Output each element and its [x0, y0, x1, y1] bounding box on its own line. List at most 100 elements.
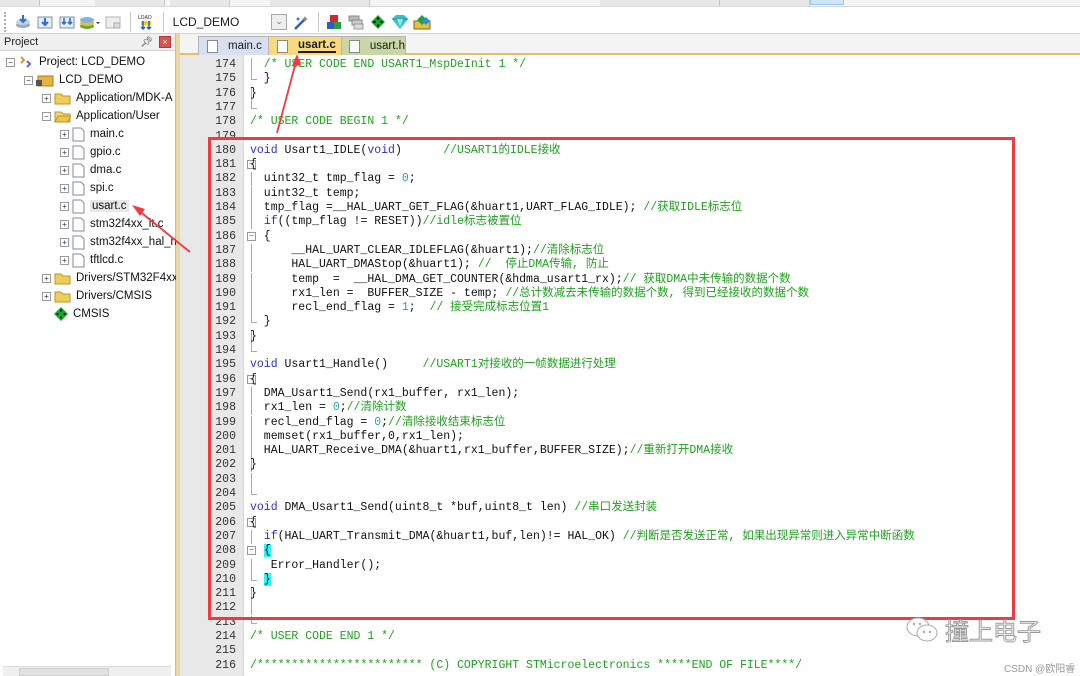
close-panel-button[interactable]: × [159, 36, 171, 48]
pin-icon[interactable]: 📌︎ [140, 37, 153, 48]
tree-item-cmsis[interactable]: CMSIS [0, 305, 175, 323]
code-line[interactable]: 189 temp = __HAL_DMA_GET_COUNTER(&hdma_u… [180, 272, 1080, 287]
code-token: { [250, 372, 257, 386]
tree-item-stm32f4xx-it-c[interactable]: + stm32f4xx_it.c [0, 215, 175, 233]
tree-item-project-lcd-demo[interactable]: − Project: LCD_DEMO [0, 53, 175, 71]
code-line[interactable]: 194 [180, 344, 1080, 358]
tab-main-c[interactable]: main.c [198, 36, 274, 55]
code-line[interactable]: 203 [180, 472, 1080, 487]
collapse-icon[interactable]: − [42, 111, 51, 121]
code-token: uint32_t tmp_flag = [250, 172, 402, 186]
code-line[interactable]: 197 DMA_Usart1_Send(rx1_buffer, rx1_len)… [180, 386, 1080, 401]
tree-item-lcd-demo[interactable]: − LCD_DEMO [0, 71, 175, 89]
expand-icon[interactable]: + [42, 273, 51, 283]
tree-item-usart-c[interactable]: + usart.c [0, 197, 175, 215]
tree-item-main-c[interactable]: + main.c [0, 125, 175, 143]
collapse-icon[interactable]: − [6, 57, 15, 67]
code-line[interactable]: 202} [180, 458, 1080, 473]
code-line[interactable]: 176} [180, 86, 1080, 101]
code-line[interactable]: 205 void DMA_Usart1_Send(uint8_t *buf,uin… [180, 501, 1080, 515]
expand-icon[interactable]: + [60, 183, 69, 193]
active-toolbar-button[interactable] [810, 0, 844, 5]
rebuild-icon[interactable] [57, 11, 77, 33]
pack-installer-icon[interactable] [390, 11, 410, 33]
tree-item-application-mdk-a[interactable]: + Application/MDK-A [0, 89, 175, 107]
code-line[interactable]: 188 HAL_UART_DMAStop(&huart1); // 停止DMA传… [180, 258, 1080, 273]
code-line[interactable]: 216 /************************ (C) COPYRIG… [180, 659, 1080, 673]
code-line[interactable]: 184 tmp_flag =__HAL_UART_GET_FLAG(&huart… [180, 201, 1080, 215]
code-line[interactable]: 200 memset(rx1_buffer,0,rx1_len); [180, 429, 1080, 444]
options-wand-icon[interactable] [291, 11, 311, 33]
code-text: /* USER CODE END 1 */ [250, 630, 395, 644]
tree-item-stm32f4xx-hal-n[interactable]: + stm32f4xx_hal_n [0, 233, 177, 251]
scrollbar-thumb[interactable] [19, 668, 109, 676]
code-line[interactable]: 174 /* USER CODE END USART1_MspDeInit 1 … [180, 58, 1080, 72]
code-line[interactable]: 195 void Usart1_Handle() //USART1对接收的一帧数据… [180, 358, 1080, 372]
select-software-packs-icon[interactable] [368, 11, 388, 33]
code-line[interactable]: 183 uint32_t temp; [180, 186, 1080, 201]
code-line[interactable]: 181−{ [180, 158, 1080, 172]
expand-icon[interactable]: + [42, 291, 51, 301]
translate-icon[interactable] [13, 11, 33, 33]
code-line[interactable]: 204 [180, 487, 1080, 501]
code-line[interactable]: 201 HAL_UART_Receive_DMA(&huart1,rx1_buf… [180, 444, 1080, 459]
code-line[interactable]: 179 [180, 130, 1080, 144]
project-panel-horizontal-scrollbar[interactable] [3, 666, 171, 676]
tab-usart-h[interactable]: usart.h [340, 36, 406, 55]
manage-components-icon[interactable] [324, 11, 344, 33]
code-line[interactable]: 182 uint32_t tmp_flag = 0; [180, 172, 1080, 187]
code-text: uint32_t temp; [250, 187, 361, 201]
tree-item-dma-c[interactable]: + dma.c [0, 161, 175, 179]
load-download-icon[interactable]: LOAD [136, 11, 156, 33]
tree-item-tftlcd-c[interactable]: + tftlcd.c [0, 251, 175, 269]
code-line[interactable]: 180 void Usart1_IDLE(void) //USART1的IDLE接… [180, 144, 1080, 158]
expand-icon[interactable]: + [60, 165, 69, 175]
tree-item-gpio-c[interactable]: + gpio.c [0, 143, 175, 161]
run-time-env-icon[interactable] [412, 11, 432, 33]
multi-project-icon[interactable] [346, 11, 366, 33]
target-select[interactable]: LCD_DEMO ⌄ [169, 12, 288, 32]
build-icon[interactable] [35, 11, 55, 33]
expand-icon[interactable]: + [42, 93, 51, 103]
code-text: void DMA_Usart1_Send(uint8_t *buf,uint8_… [250, 501, 657, 515]
line-number: 176 [215, 86, 236, 100]
code-line[interactable]: 198 rx1_len = 0;//清除计数 [180, 401, 1080, 416]
code-line[interactable]: 187 __HAL_UART_CLEAR_IDLEFLAG(&huart1);/… [180, 243, 1080, 258]
code-line[interactable]: 210 } [180, 572, 1080, 587]
tree-item-drivers-cmsis[interactable]: + Drivers/CMSIS [0, 287, 175, 305]
expand-icon[interactable]: + [60, 237, 69, 247]
expand-icon[interactable]: + [60, 129, 69, 139]
code-line[interactable]: 177 [180, 100, 1080, 115]
tree-item-application-user[interactable]: − Application/User [0, 107, 175, 125]
code-line[interactable]: 178 /* USER CODE BEGIN 1 */ [180, 115, 1080, 129]
code-line[interactable]: 209 Error_Handler(); [180, 558, 1080, 573]
tab-usart-c[interactable]: usart.c [268, 36, 342, 55]
code-line[interactable]: 190 rx1_len = BUFFER_SIZE - temp; //总计数减… [180, 286, 1080, 301]
batch-build-icon[interactable] [79, 11, 101, 33]
code-line[interactable]: 208− { [180, 544, 1080, 558]
toolbar-grip[interactable] [4, 11, 7, 32]
collapse-icon[interactable]: − [24, 75, 33, 85]
tree-item-spi-c[interactable]: + spi.c [0, 179, 175, 197]
expand-icon[interactable]: + [60, 147, 69, 157]
code-line[interactable]: 175 } [180, 72, 1080, 86]
expand-icon[interactable]: + [60, 201, 69, 211]
code-comment: /* USER CODE END 1 */ [250, 630, 395, 643]
code-line[interactable]: 193} [180, 329, 1080, 344]
code-line[interactable]: 206−{ [180, 516, 1080, 530]
code-line[interactable]: 185 if((tmp_flag != RESET))//idle标志被置位 [180, 215, 1080, 230]
code-line[interactable]: 186− { [180, 230, 1080, 244]
code-line[interactable]: 196−{ [180, 373, 1080, 387]
code-editor[interactable]: 174 /* USER CODE END USART1_MspDeInit 1 … [180, 55, 1080, 676]
code-line[interactable]: 211} [180, 587, 1080, 602]
stop-build-icon[interactable] [103, 11, 123, 33]
code-line[interactable]: 207 if(HAL_UART_Transmit_DMA(&huart1,buf… [180, 529, 1080, 544]
expand-icon[interactable]: + [60, 255, 69, 265]
code-line[interactable]: 191 recl_end_flag = 1; // 接受完成标志位置1 [180, 301, 1080, 316]
code-line[interactable]: 199 recl_end_flag = 0;//清除接收结束标志位 [180, 415, 1080, 430]
chevron-down-icon[interactable]: ⌄ [271, 13, 288, 30]
code-line[interactable]: 192 } [180, 315, 1080, 329]
tree-item-drivers-stm32f4xx[interactable]: + Drivers/STM32F4xx_ [0, 269, 184, 287]
toolbar-separator [162, 11, 164, 32]
expand-icon[interactable]: + [60, 219, 69, 229]
